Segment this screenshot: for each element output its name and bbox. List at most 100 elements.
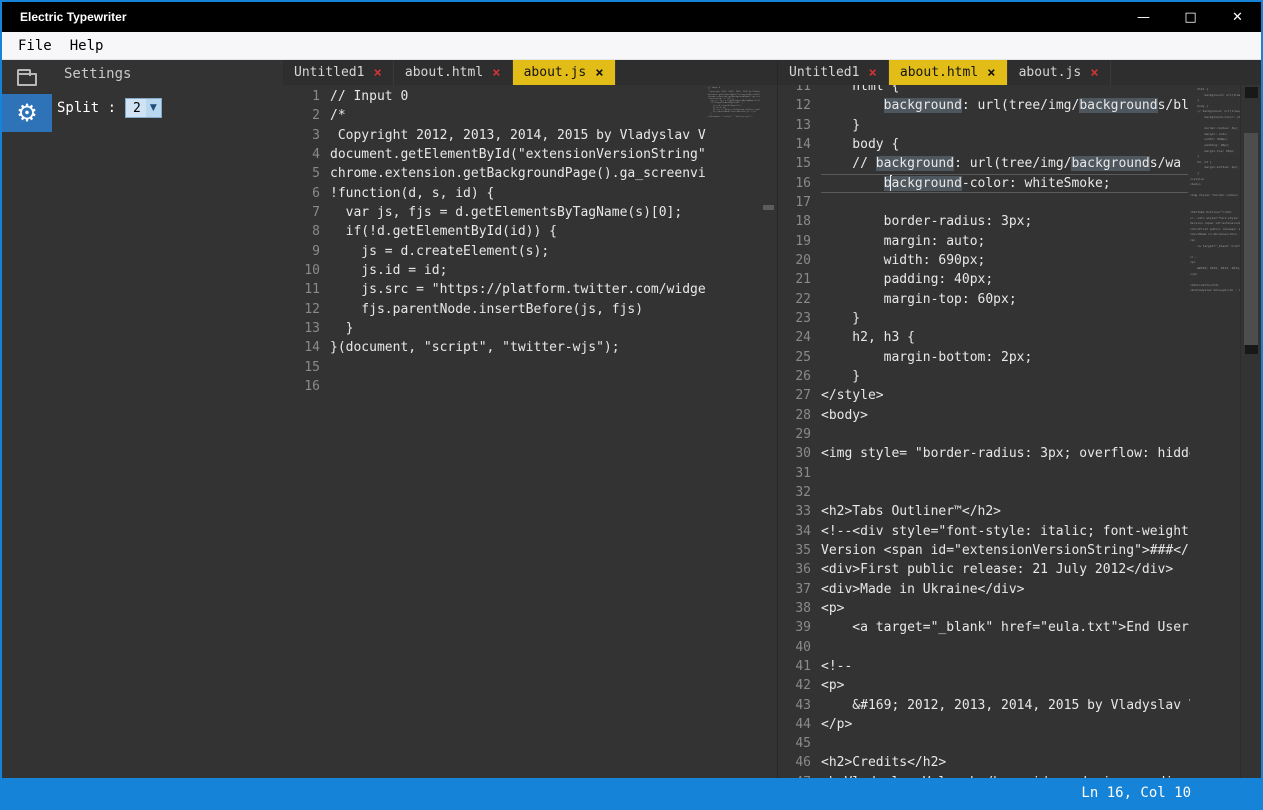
line-number: 19 — [795, 233, 811, 249]
code-text: var js, fjs = d.getElementsByTagName(s)[… — [330, 204, 683, 220]
code-line[interactable]: 41 <!-- — [778, 657, 1190, 676]
scrollbar-arrow-up[interactable] — [1245, 87, 1258, 98]
line-number: 21 — [795, 272, 811, 288]
code-line[interactable]: 13 } — [778, 116, 1190, 135]
code-line[interactable]: 39 <a target="_blank" href="eula.txt">En… — [778, 618, 1190, 637]
tab-close-icon[interactable]: × — [373, 65, 381, 81]
code-editor-right[interactable]: 11 html {12 background: url(tree/img/bac… — [778, 85, 1190, 778]
code-line[interactable]: 13 } — [283, 319, 708, 338]
scrollbar-thumb[interactable] — [1244, 133, 1258, 345]
code-line[interactable]: 5 chrome.extension.getBackgroundPage().ga… — [283, 164, 708, 183]
tab-close-icon[interactable]: × — [987, 65, 995, 81]
code-line[interactable]: 33 <h2>Tabs Outliner™</h2> — [778, 502, 1190, 521]
line-number: 40 — [795, 639, 811, 655]
settings-button[interactable]: ⚙ — [2, 94, 52, 132]
code-text: document.getElementById("extensionVersio… — [330, 146, 706, 162]
menu-help[interactable]: Help — [70, 38, 104, 54]
code-line[interactable]: 46 <h2>Credits</h2> — [778, 753, 1190, 772]
code-line[interactable]: 1 // Input 0 — [283, 87, 708, 106]
title-bar: Electric Typewriter — □ ✕ — [2, 2, 1261, 32]
code-text: } — [821, 368, 861, 384]
code-line[interactable]: 25 margin-bottom: 2px; — [778, 348, 1190, 367]
line-number: 34 — [795, 523, 811, 539]
code-line[interactable]: 10 js.id = id; — [283, 261, 708, 280]
code-line[interactable]: 18 border-radius: 3px; — [778, 212, 1190, 231]
line-number: 39 — [795, 620, 811, 636]
tab-about-html[interactable]: about.html × — [888, 60, 1008, 85]
tab-untitled1[interactable]: Untitled1 × — [283, 60, 394, 85]
tab-close-icon[interactable]: × — [492, 65, 500, 81]
code-line[interactable]: 8 if(!d.getElementById(id)) { — [283, 222, 708, 241]
code-text: }(document, "script", "twitter-wjs"); — [330, 340, 620, 356]
code-line[interactable]: 19 margin: auto; — [778, 232, 1190, 251]
menu-file[interactable]: File — [18, 38, 52, 54]
line-number: 7 — [312, 204, 320, 220]
line-number: 18 — [795, 214, 811, 230]
tab-untitled1[interactable]: Untitled1 × — [778, 60, 889, 85]
tab-about-js[interactable]: about.js × — [1008, 60, 1111, 85]
code-line[interactable]: 11 js.src = "https://platform.twitter.co… — [283, 280, 708, 299]
activity-bar: ⚙ — [2, 60, 52, 778]
split-dropdown[interactable]: 2 ▼ — [125, 98, 162, 118]
code-line[interactable]: 9 js = d.createElement(s); — [283, 242, 708, 261]
code-line[interactable]: 36 <div>First public release: 21 July 201… — [778, 560, 1190, 579]
code-text: if(!d.getElementById(id)) { — [330, 224, 557, 240]
code-line[interactable]: 47<b>Vladyslav Volovyk</b> - idea, desig… — [778, 773, 1190, 778]
scrollbar-left[interactable] — [760, 85, 777, 778]
code-line[interactable]: 15 — [283, 358, 708, 377]
line-number: 37 — [795, 581, 811, 597]
minimize-button[interactable]: — — [1120, 2, 1167, 32]
code-line[interactable]: 26 } — [778, 367, 1190, 386]
code-line[interactable]: 3 Copyright 2012, 2013, 2014, 2015 by Vl… — [283, 126, 708, 145]
code-line[interactable]: 23 } — [778, 309, 1190, 328]
tab-close-icon[interactable]: × — [868, 65, 876, 81]
code-line[interactable]: 24 h2, h3 { — [778, 328, 1190, 347]
code-line[interactable]: 34 <!--<div style="font-style: italic; fo… — [778, 522, 1190, 541]
code-line[interactable]: 11 html { — [778, 85, 1190, 96]
code-line[interactable]: 38 <p> — [778, 599, 1190, 618]
code-line[interactable]: 28 <body> — [778, 406, 1190, 425]
code-line[interactable]: 29 — [778, 425, 1190, 444]
code-line[interactable]: 4 document.getElementById("extensionVersi… — [283, 145, 708, 164]
tab-about-html[interactable]: about.html × — [394, 60, 513, 85]
code-line[interactable]: 16 — [283, 377, 708, 396]
code-line[interactable]: 12 fjs.parentNode.insertBefore(js, fjs) — [283, 300, 708, 319]
code-line[interactable]: 12 background: url(tree/img/backgrounds/… — [778, 96, 1190, 115]
code-line[interactable]: 14}(document, "script", "twitter-wjs"); — [283, 338, 708, 357]
tab-close-icon[interactable]: × — [595, 65, 603, 81]
code-line[interactable]: 40 — [778, 638, 1190, 657]
line-number: 2 — [312, 108, 320, 124]
close-button[interactable]: ✕ — [1214, 2, 1261, 32]
code-line[interactable]: 7 var js, fjs = d.getElementsByTagName(s… — [283, 203, 708, 222]
code-line[interactable]: 14 body { — [778, 135, 1190, 154]
line-number: 28 — [795, 407, 811, 423]
code-line[interactable]: 6 !function(d, s, id) { — [283, 184, 708, 203]
code-line[interactable]: 31 — [778, 464, 1190, 483]
scrollbar-thumb[interactable] — [763, 205, 774, 210]
scrollbar-right[interactable] — [1240, 85, 1261, 778]
code-line[interactable]: 2 /* — [283, 106, 708, 125]
code-line[interactable]: 43 &#169; 2012, 2013, 2014, 2015 by Vlad… — [778, 696, 1190, 715]
code-line[interactable]: 17 — [778, 193, 1190, 212]
code-line[interactable]: 30 <img style= "border-radius: 3px; overf… — [778, 444, 1190, 463]
code-line[interactable]: 44 </p> — [778, 715, 1190, 734]
tab-close-icon[interactable]: × — [1090, 65, 1098, 81]
code-line[interactable]: 32 — [778, 483, 1190, 502]
code-line[interactable]: 15 // background: url(tree/img/backgroun… — [778, 154, 1190, 173]
code-line[interactable]: 16 background-color: whiteSmoke; — [778, 173, 1190, 194]
code-line[interactable]: 45 — [778, 734, 1190, 753]
tab-about-js[interactable]: about.js × — [512, 60, 616, 85]
code-line[interactable]: 35 Version <span id="extensionVersionStri… — [778, 541, 1190, 560]
minimap-right[interactable]: html { background: url(tree/img/backgrou… — [1190, 85, 1240, 778]
code-line[interactable]: 42 <p> — [778, 676, 1190, 695]
code-line[interactable]: 22 margin-top: 60px; — [778, 290, 1190, 309]
code-line[interactable]: 37 <div>Made in Ukraine</div> — [778, 580, 1190, 599]
code-line[interactable]: 27 </style> — [778, 386, 1190, 405]
explorer-button[interactable] — [2, 64, 52, 94]
code-line[interactable]: 21 padding: 40px; — [778, 270, 1190, 289]
minimap-left[interactable]: // Input 0 /* Copyright 2012, 2013, 2014… — [708, 85, 760, 778]
code-line[interactable]: 20 width: 690px; — [778, 251, 1190, 270]
code-editor-left[interactable]: 1 // Input 0 2 /* 3 Copyright 2012, 2013, 20… — [283, 85, 708, 778]
line-number: 3 — [312, 127, 320, 143]
maximize-button[interactable]: □ — [1167, 2, 1214, 32]
